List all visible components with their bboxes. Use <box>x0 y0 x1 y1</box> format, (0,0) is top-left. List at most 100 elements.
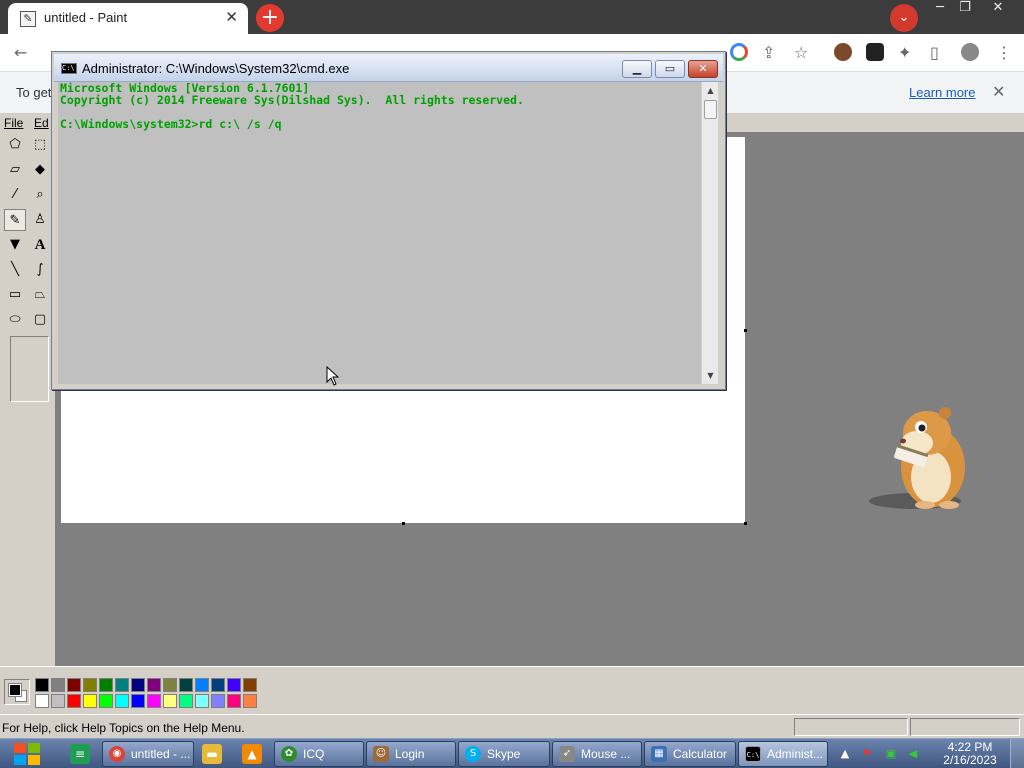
pencil-icon[interactable]: ✎ <box>4 209 26 231</box>
show-desktop-button[interactable] <box>1010 739 1024 768</box>
palette-swatch[interactable] <box>35 678 49 692</box>
extensions-puzzle-icon[interactable]: ✦ <box>898 43 911 62</box>
clock[interactable]: 4:22 PM 2/16/2023 <box>935 741 1005 767</box>
palette-swatch[interactable] <box>147 694 161 708</box>
palette-swatch[interactable] <box>227 694 241 708</box>
back-icon[interactable]: ← <box>14 43 27 62</box>
share-icon[interactable]: ⇪ <box>762 43 775 62</box>
tray-expand-icon[interactable]: ▲ <box>838 747 852 761</box>
paint-status-bar: For Help, click Help Topics on the Help … <box>0 714 1024 738</box>
cmd-title-bar[interactable]: C:\ Administrator: C:\Windows\System32\c… <box>54 54 723 82</box>
scroll-thumb[interactable] <box>704 100 717 119</box>
scroll-up-arrow-icon[interactable]: ▲ <box>702 82 719 99</box>
resize-handle-corner[interactable] <box>744 522 747 525</box>
fill-bucket-icon[interactable]: ◆ <box>29 159 51 181</box>
palette-swatch[interactable] <box>67 678 81 692</box>
vlc-icon[interactable]: ▲ <box>242 744 262 764</box>
resize-handle-bottom[interactable] <box>402 522 405 525</box>
polygon-icon[interactable]: ⏢ <box>29 284 51 306</box>
palette-swatch[interactable] <box>51 694 65 708</box>
palette-swatch[interactable] <box>99 694 113 708</box>
palette-swatch[interactable] <box>179 678 193 692</box>
eraser-icon[interactable]: ▱ <box>4 159 26 181</box>
browser-tab[interactable]: ✎ untitled - Paint ✕ <box>8 3 248 34</box>
free-select-icon[interactable]: ⬠ <box>4 134 26 156</box>
palette-swatch[interactable] <box>243 678 257 692</box>
quicklaunch-app-icon[interactable]: ≡ <box>70 744 90 764</box>
tool-options-box[interactable] <box>10 336 49 402</box>
cmd-maximize-button[interactable]: ▭ <box>655 60 685 78</box>
task-button-mouse[interactable]: ➶ Mouse ... <box>552 741 642 767</box>
palette-swatch[interactable] <box>115 694 129 708</box>
text-tool-icon[interactable]: A <box>29 234 51 256</box>
task-button-cmd[interactable]: C:\ Administ... <box>738 741 828 767</box>
magnifier-icon[interactable]: ⌕ <box>29 184 51 206</box>
task-button-chrome[interactable]: ◉ untitled - ... <box>102 741 194 767</box>
task-button-skype[interactable]: S Skype <box>458 741 550 767</box>
cmd-minimize-button[interactable]: ▁ <box>622 60 652 78</box>
palette-swatch[interactable] <box>83 694 97 708</box>
network-icon[interactable]: ▣ <box>884 747 898 761</box>
color-picker-icon[interactable]: ⁄ <box>4 184 26 206</box>
extension-avatar-icon[interactable] <box>834 43 852 61</box>
palette-swatch[interactable] <box>227 678 241 692</box>
palette-swatch[interactable] <box>131 694 145 708</box>
curve-icon[interactable]: ∫ <box>29 259 51 281</box>
task-button-calculator[interactable]: ▦ Calculator <box>644 741 736 767</box>
palette-swatch[interactable] <box>131 678 145 692</box>
current-colors[interactable] <box>4 679 30 705</box>
palette-swatch[interactable] <box>51 678 65 692</box>
close-icon[interactable]: ✕ <box>985 0 1011 18</box>
start-button-icon[interactable] <box>10 739 44 768</box>
menu-edit[interactable]: Ed <box>34 116 49 130</box>
cmd-console[interactable]: Microsoft Windows [Version 6.1.7601] Cop… <box>58 82 701 384</box>
cmd-close-button[interactable]: ✕ <box>688 60 718 78</box>
palette-swatch[interactable] <box>99 678 113 692</box>
side-panel-icon[interactable]: ▯ <box>930 43 939 62</box>
palette-swatch[interactable] <box>179 694 193 708</box>
task-button-icq[interactable]: ✿ ICQ <box>274 741 364 767</box>
ellipse-icon[interactable]: ⬭ <box>4 309 26 331</box>
cmd-window[interactable]: C:\ Administrator: C:\Windows\System32\c… <box>51 51 726 390</box>
airbrush-icon[interactable]: ▼ <box>4 234 26 256</box>
learn-more-link[interactable]: Learn more <box>909 85 975 100</box>
rounded-rectangle-icon[interactable]: ▢ <box>29 309 51 331</box>
palette-swatch[interactable] <box>83 678 97 692</box>
tab-search-icon[interactable]: ⌄ <box>890 4 918 32</box>
cmd-scrollbar[interactable]: ▲ ▼ <box>701 82 718 384</box>
menu-dots-icon[interactable]: ⋮ <box>996 43 1012 62</box>
minimize-icon[interactable]: ─ <box>927 0 953 18</box>
palette-swatch[interactable] <box>163 678 177 692</box>
hamster-desktop-pet[interactable] <box>865 405 975 515</box>
rect-select-icon[interactable]: ⬚ <box>29 134 51 156</box>
palette-swatch[interactable] <box>211 678 225 692</box>
infobar-close-icon[interactable]: ✕ <box>992 82 1005 101</box>
palette-swatch[interactable] <box>115 678 129 692</box>
scroll-down-arrow-icon[interactable]: ▼ <box>702 367 719 384</box>
rectangle-icon[interactable]: ▭ <box>4 284 26 306</box>
palette-swatch[interactable] <box>147 678 161 692</box>
palette-swatch[interactable] <box>195 678 209 692</box>
bookmark-star-icon[interactable]: ☆ <box>794 43 808 62</box>
brush-icon[interactable]: ♙ <box>29 209 51 231</box>
menu-file[interactable]: File <box>4 116 23 130</box>
volume-icon[interactable]: ◀ <box>906 747 920 761</box>
line-icon[interactable]: ╲ <box>4 259 26 281</box>
palette-swatch[interactable] <box>243 694 257 708</box>
palette-swatch[interactable] <box>211 694 225 708</box>
resize-handle-right[interactable] <box>744 329 747 332</box>
palette-swatch[interactable] <box>67 694 81 708</box>
task-button-login[interactable]: ☺ Login <box>366 741 456 767</box>
new-tab-button[interactable]: + <box>256 4 284 32</box>
extension-icon[interactable] <box>866 43 884 61</box>
close-tab-icon[interactable]: ✕ <box>225 8 238 26</box>
folder-icon[interactable]: ▬ <box>202 744 222 764</box>
palette-swatch[interactable] <box>35 694 49 708</box>
palette-swatch[interactable] <box>195 694 209 708</box>
google-icon[interactable] <box>730 43 748 61</box>
action-center-flag-icon[interactable]: ⚑ <box>860 747 874 761</box>
profile-icon[interactable] <box>961 43 979 61</box>
browser-tab-strip: ✎ untitled - Paint ✕ + ⌄ ─ ❐ ✕ <box>0 0 1024 34</box>
palette-swatch[interactable] <box>163 694 177 708</box>
restore-icon[interactable]: ❐ <box>952 0 978 18</box>
